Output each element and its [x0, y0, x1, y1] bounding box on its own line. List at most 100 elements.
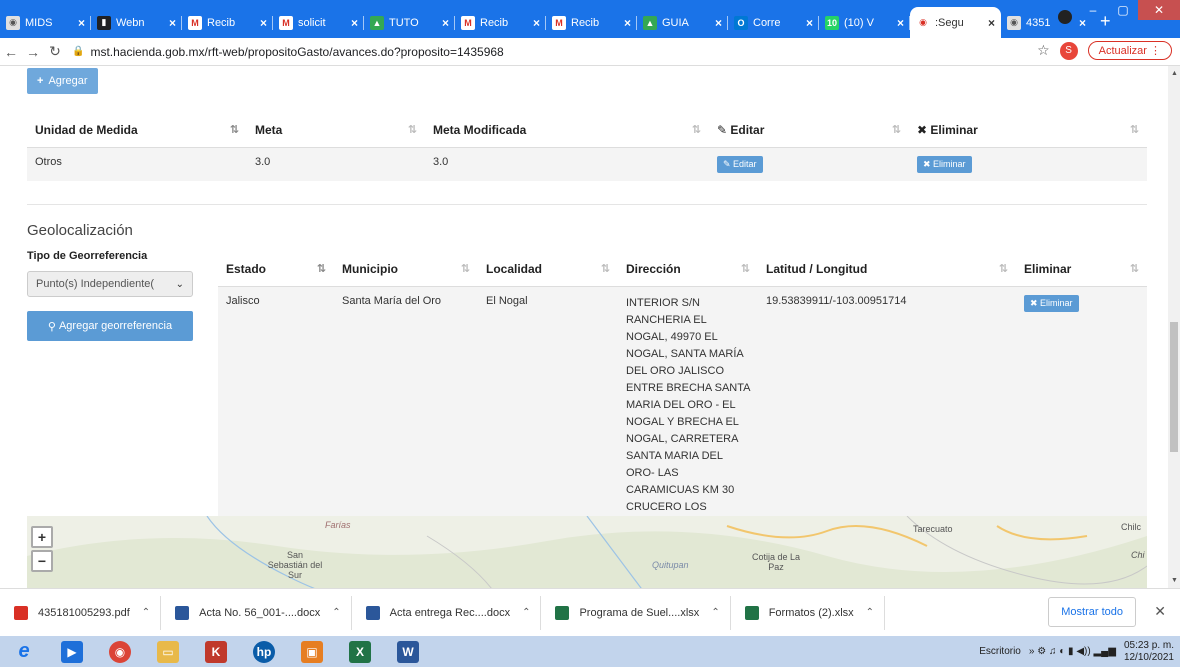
chevron-up-icon[interactable]: ⌃ [866, 607, 874, 618]
file-explorer-icon[interactable]: ▭ [144, 636, 192, 667]
geo-eliminar-button[interactable]: ✖ Eliminar [1024, 294, 1079, 312]
app-red-icon[interactable]: K [192, 636, 240, 667]
sort-icon: ⇅ [740, 263, 750, 275]
tab-label: Recib [571, 16, 600, 29]
close-icon[interactable]: ✕ [1154, 603, 1166, 620]
eliminar-button[interactable]: ✖ Eliminar [917, 155, 972, 173]
tab-close-icon[interactable]: × [442, 16, 449, 30]
col-geo-eliminar[interactable]: Eliminar ⇅ [1016, 252, 1147, 287]
tab-close-icon[interactable]: × [169, 16, 176, 30]
cell-latlng: 19.53839911/-103.00951714 [766, 294, 907, 307]
close-window-icon[interactable]: ✕ [1138, 0, 1180, 20]
profile-avatar[interactable]: S [1059, 41, 1078, 60]
download-item[interactable]: 435181005293.pdf ⌃ [0, 595, 162, 630]
agregar-button[interactable]: + Agregar [27, 68, 98, 94]
browser-tab[interactable]: ◉ MIDS × [0, 7, 91, 38]
tab-close-icon[interactable]: × [624, 16, 631, 30]
col-estado[interactable]: Estado ⇅ [218, 252, 334, 287]
back-icon[interactable]: ← [0, 44, 22, 60]
reload-icon[interactable]: ↻ [44, 43, 66, 60]
browser-tab[interactable]: O Corre × [728, 7, 819, 38]
tab-close-icon[interactable]: × [351, 16, 358, 30]
bookmark-star-icon[interactable]: ☆ [1037, 42, 1050, 59]
url-text: mst.hacienda.gob.mx/rft-web/propositoGas… [90, 44, 504, 59]
scroll-up-icon[interactable]: ▲ [1171, 70, 1178, 77]
browser-tab[interactable]: M Recib × [182, 7, 273, 38]
desktop-label[interactable]: Escritorio [979, 646, 1021, 657]
tab-favicon-icon: ◉ [1007, 15, 1021, 30]
tab-close-icon[interactable]: × [533, 16, 540, 30]
browser-tab[interactable]: ▲ TUTO × [364, 7, 455, 38]
download-item[interactable]: Programa de Suel....xlsx ⌃ [541, 595, 731, 630]
url-field[interactable]: 🔒 mst.hacienda.gob.mx/rft-web/propositoG… [72, 45, 504, 59]
chrome-icon[interactable]: ◉ [96, 636, 144, 667]
hp-icon[interactable]: hp [240, 636, 288, 667]
cell-meta-mod: 3.0 [433, 155, 449, 168]
tab-close-icon[interactable]: × [715, 16, 722, 30]
chevron-up-icon[interactable]: ⌃ [142, 607, 150, 618]
download-item[interactable]: Acta No. 56_001-....docx ⌃ [161, 595, 352, 630]
tab-favicon-icon: ▲ [370, 15, 384, 30]
forward-icon[interactable]: → [22, 44, 44, 60]
tipo-georreferencia-select[interactable]: Punto(s) Independiente( ⌄ [27, 271, 193, 297]
scroll-down-icon[interactable]: ▼ [1171, 577, 1178, 584]
tab-label: (10) V [844, 16, 874, 29]
clock-time: 05:23 p. m. [1123, 639, 1174, 651]
minimize-icon[interactable]: – [1078, 0, 1108, 20]
tab-close-icon[interactable]: × [78, 16, 85, 30]
clock[interactable]: 05:23 p. m. 12/10/2021 [1124, 640, 1174, 664]
browser-tab[interactable]: M Recib × [455, 7, 546, 38]
col-meta-mod[interactable]: Meta Modificada ⇅ [425, 113, 709, 148]
col-unidad[interactable]: Unidad de Medida ⇅ [27, 113, 247, 148]
col-editar[interactable]: ✎ Editar ⇅ [709, 113, 909, 148]
ie-icon[interactable]: e [0, 636, 48, 667]
browser-tab[interactable]: ▮ Webn × [91, 7, 182, 38]
tab-close-icon[interactable]: × [806, 16, 813, 30]
browser-tab[interactable]: Msolicit × [273, 7, 364, 38]
tab-close-icon[interactable]: × [988, 16, 995, 30]
chevron-up-icon[interactable]: ⌃ [711, 607, 719, 618]
tab-close-icon[interactable]: × [897, 16, 904, 30]
zoom-out-button[interactable]: − [31, 550, 53, 572]
col-localidad[interactable]: Localidad ⇅ [478, 252, 618, 287]
tray-icons[interactable]: » ⚙ ♫ ◐ ▮ ◀)) ▂▄▆ [1029, 646, 1116, 657]
scroll-thumb[interactable] [1170, 322, 1178, 452]
media-player-icon[interactable]: ▶ [48, 636, 96, 667]
app-orange-icon[interactable]: ▣ [288, 636, 336, 667]
download-item[interactable]: Formatos (2).xlsx ⌃ [731, 595, 886, 630]
editar-button[interactable]: ✎ Editar [717, 155, 763, 173]
excel-icon[interactable]: X [336, 636, 384, 667]
col-direccion[interactable]: Dirección ⇅ [618, 252, 758, 287]
system-tray: Escritorio » ⚙ ♫ ◐ ▮ ◀)) ▂▄▆ 05:23 p. m.… [979, 636, 1174, 667]
tab-favicon-icon: O [734, 15, 748, 30]
update-button[interactable]: Actualizar ⋮ [1087, 41, 1172, 60]
update-label: Actualizar [1098, 45, 1147, 57]
browser-tab[interactable]: ◉:Segu × [910, 7, 1001, 38]
download-item[interactable]: Acta entrega Rec....docx ⌃ [352, 595, 542, 630]
col-eliminar[interactable]: ✖ Eliminar ⇅ [909, 113, 1147, 148]
col-meta[interactable]: Meta ⇅ [247, 113, 425, 148]
browser-profile-dot[interactable] [1058, 10, 1072, 24]
table-row: Otros 3.0 3.0 ✎ Editar ✖ Eliminar [27, 147, 1147, 181]
col-latlng[interactable]: Latitud / Longitud ⇅ [758, 252, 1016, 287]
show-all-button[interactable]: Mostrar todo [1048, 597, 1136, 627]
sort-icon: ⇅ [691, 124, 701, 136]
cell-unidad: Otros [35, 155, 62, 168]
word-icon[interactable]: W [384, 636, 432, 667]
col-localidad-label: Localidad [486, 261, 543, 276]
map-view[interactable]: + − Farías San Sebastián del Sur Quitupa… [27, 516, 1147, 588]
chevron-up-icon[interactable]: ⌃ [522, 607, 530, 618]
col-municipio[interactable]: Municipio ⇅ [334, 252, 478, 287]
zoom-in-button[interactable]: + [31, 526, 53, 548]
tab-favicon-icon: M [461, 15, 475, 30]
tab-label: Recib [480, 16, 509, 29]
page-scrollbar[interactable]: ▲ ▼ [1168, 66, 1180, 588]
chevron-up-icon[interactable]: ⌃ [332, 607, 340, 618]
col-meta-mod-label: Meta Modificada [433, 122, 527, 137]
tab-close-icon[interactable]: × [260, 16, 267, 30]
browser-tab[interactable]: ▲ GUIA × [637, 7, 728, 38]
maximize-icon[interactable]: ▢ [1108, 0, 1138, 20]
browser-tab[interactable]: M Recib × [546, 7, 637, 38]
browser-tab[interactable]: 10 (10) V × [819, 7, 910, 38]
agregar-georreferencia-button[interactable]: ⚲ Agregar georreferencia [27, 311, 193, 341]
